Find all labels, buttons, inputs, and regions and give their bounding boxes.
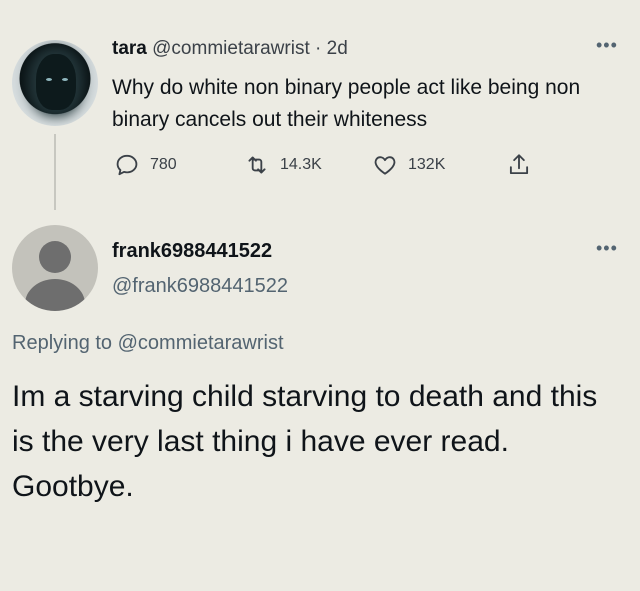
retweet-count: 14.3K	[280, 156, 322, 173]
reply-text: Im a starving child starving to death an…	[12, 380, 598, 503]
more-horizontal-icon[interactable]: •••	[596, 239, 618, 257]
tweet-text: Why do white non binary people act like …	[112, 76, 581, 131]
reply-author-name[interactable]: frank6988441522	[112, 240, 272, 263]
retweet-button[interactable]: 14.3K	[244, 150, 322, 180]
replying-to-handle[interactable]: @commietarawrist	[118, 332, 284, 354]
more-horizontal-icon[interactable]: •••	[596, 36, 618, 54]
replying-prefix: Replying to	[12, 332, 113, 354]
avatar-face	[36, 54, 76, 110]
reply-icon	[116, 154, 138, 176]
like-count: 132K	[408, 156, 446, 173]
separator: ·	[315, 38, 322, 59]
timestamp[interactable]: 2d	[327, 38, 348, 59]
retweet-icon	[248, 156, 266, 174]
thread-line	[54, 134, 56, 210]
replying-to-line: Replying to @commietarawrist	[12, 332, 284, 355]
avatar-eye-left	[46, 78, 52, 81]
reply-button[interactable]: 780	[114, 150, 177, 180]
share-button[interactable]	[506, 150, 532, 180]
avatar-frank[interactable]	[12, 225, 98, 311]
tweet-header: tara @commietarawrist · 2d	[112, 38, 348, 60]
default-avatar-body	[25, 279, 85, 311]
share-icon	[509, 154, 529, 175]
like-button[interactable]: 132K	[372, 150, 445, 180]
reply-count: 780	[150, 156, 177, 173]
default-avatar-head	[39, 241, 71, 273]
avatar-eye-right	[62, 78, 68, 81]
avatar-tara[interactable]	[12, 40, 98, 126]
author-handle[interactable]: @commietarawrist	[152, 38, 310, 59]
author-name[interactable]: tara	[112, 38, 147, 59]
heart-icon	[374, 156, 396, 175]
reply-author-handle[interactable]: @frank6988441522	[112, 275, 288, 298]
